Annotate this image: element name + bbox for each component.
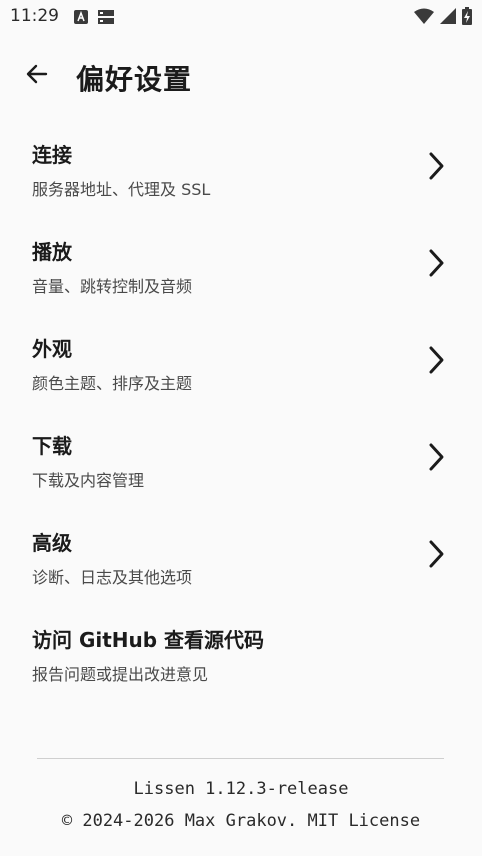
settings-item-advanced[interactable]: 高级 诊断、日志及其他选项 [0,505,482,602]
settings-item-subtitle: 诊断、日志及其他选项 [32,568,193,587]
settings-item-title: 播放 [32,240,72,264]
footer-divider [37,758,444,759]
settings-item-downloads[interactable]: 下载 下载及内容管理 [0,408,482,505]
storage-icon [98,9,114,28]
chevron-right-icon [429,249,444,277]
chevron-right-icon [429,152,444,180]
settings-item-title: 高级 [32,531,72,555]
settings-item-title: 外观 [32,337,72,361]
text-a-icon [74,9,88,28]
settings-item-title: 访问 GitHub 查看源代码 [32,628,265,652]
app-bar: 偏好设置 [0,50,482,102]
settings-item-title: 连接 [32,143,72,167]
settings-item-subtitle: 服务器地址、代理及 SSL [32,180,211,199]
settings-item-title: 下载 [32,434,72,458]
chevron-right-icon [429,540,444,568]
settings-item-subtitle: 下载及内容管理 [32,471,145,490]
license-text: © 2024-2026 Max Grakov. MIT License [61,811,421,831]
app-version: Lissen 1.12.3-release [133,779,349,799]
battery-charging-icon [462,7,472,29]
settings-item-connection[interactable]: 连接 服务器地址、代理及 SSL [0,117,482,214]
settings-list: 连接 服务器地址、代理及 SSL 播放 音量、跳转控制及音频 外观 颜色主题、排… [0,117,482,699]
status-left-icons [74,9,114,28]
chevron-right-icon [429,443,444,471]
arrow-back-icon [25,62,49,90]
settings-item-github[interactable]: 访问 GitHub 查看源代码 报告问题或提出改进意见 [0,602,482,699]
status-right-icons [414,7,472,29]
back-button[interactable] [14,54,60,98]
settings-item-appearance[interactable]: 外观 颜色主题、排序及主题 [0,311,482,408]
page-title: 偏好设置 [76,63,193,96]
settings-item-playback[interactable]: 播放 音量、跳转控制及音频 [0,214,482,311]
wifi-icon [414,8,434,28]
status-time: 11:29 [10,6,59,26]
chevron-right-icon [429,346,444,374]
status-bar: 11:29 [0,0,482,34]
settings-item-subtitle: 音量、跳转控制及音频 [32,277,193,296]
settings-item-subtitle: 报告问题或提出改进意见 [32,665,209,684]
settings-item-subtitle: 颜色主题、排序及主题 [32,374,193,393]
signal-icon [440,8,456,28]
